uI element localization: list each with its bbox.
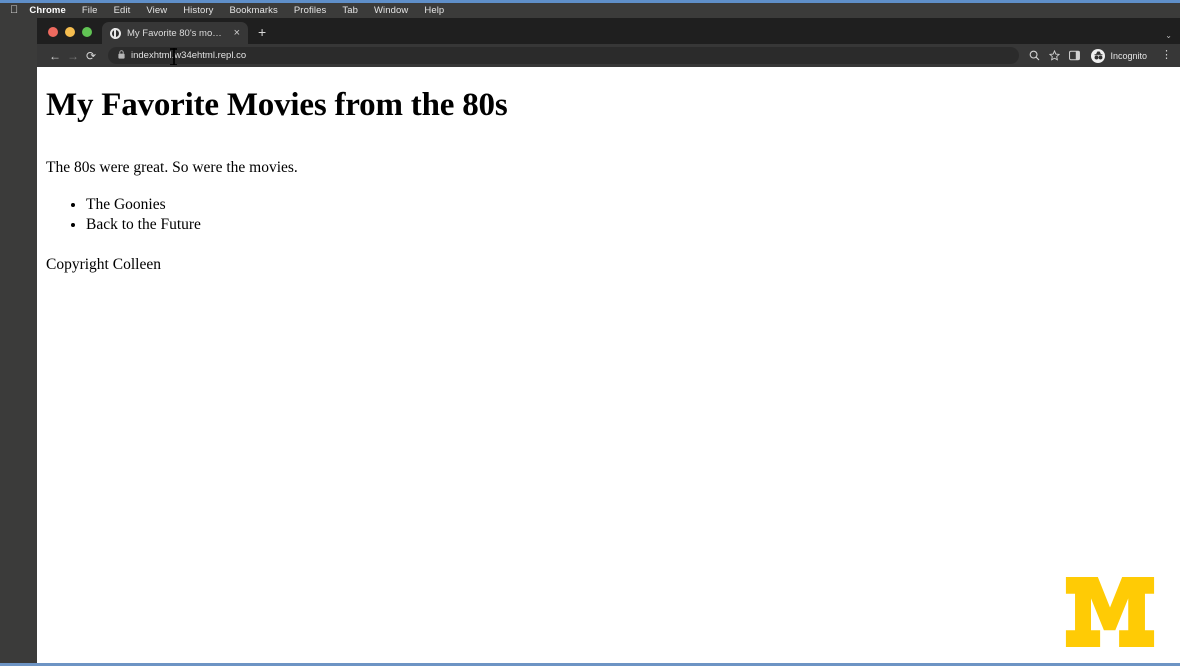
new-tab-button[interactable]: + — [258, 25, 266, 39]
close-tab-icon[interactable]: × — [232, 27, 242, 39]
movie-list: The Goonies Back to the Future — [46, 195, 1172, 236]
tab-strip: My Favorite 80's movies × + ⌄ — [37, 18, 1180, 44]
maximize-window-button[interactable] — [82, 27, 92, 37]
menu-item-history[interactable]: History — [183, 5, 213, 16]
list-item: The Goonies — [86, 195, 1172, 215]
menu-item-view[interactable]: View — [146, 5, 167, 16]
browser-tab-active[interactable]: My Favorite 80's movies × — [102, 22, 248, 44]
list-item: Back to the Future — [86, 215, 1172, 235]
incognito-indicator[interactable]: Incognito — [1091, 48, 1147, 63]
menu-item-chrome[interactable]: Chrome — [29, 5, 66, 16]
incognito-label: Incognito — [1110, 50, 1147, 61]
page-title: My Favorite Movies from the 80s — [46, 87, 508, 123]
apple-logo-icon[interactable]:  — [10, 5, 18, 16]
page-viewport: My Favorite Movies from the 80s The 80s … — [37, 67, 1180, 663]
incognito-avatar-icon — [1091, 48, 1106, 63]
tab-title: My Favorite 80's movies — [127, 27, 226, 39]
chrome-browser-window: My Favorite 80's movies × + ⌄ ← → ⟳ inde… — [37, 18, 1180, 663]
bookmark-star-icon[interactable] — [1049, 50, 1061, 61]
side-panel-icon[interactable] — [1069, 50, 1081, 61]
page-content: My Favorite Movies from the 80s The 80s … — [37, 67, 1180, 274]
menu-item-edit[interactable]: Edit — [114, 5, 131, 16]
menu-item-window[interactable]: Window — [374, 5, 408, 16]
menu-item-bookmarks[interactable]: Bookmarks — [229, 5, 277, 16]
minimize-window-button[interactable] — [65, 27, 75, 37]
reload-button[interactable]: ⟳ — [82, 50, 100, 62]
menu-item-help[interactable]: Help — [424, 5, 444, 16]
university-of-michigan-block-m-logo — [1064, 574, 1156, 650]
toolbar-actions: Incognito ⋮ — [1029, 48, 1172, 63]
page-copyright: Copyright Colleen — [46, 255, 161, 273]
address-bar[interactable]: indexhtml.w34ehtml.repl.co — [108, 47, 1020, 65]
close-window-button[interactable] — [48, 27, 58, 37]
globe-icon — [110, 27, 121, 39]
chevron-down-icon[interactable]: ⌄ — [1165, 32, 1172, 40]
menu-item-profiles[interactable]: Profiles — [294, 5, 326, 16]
menu-item-file[interactable]: File — [82, 5, 98, 16]
lock-icon — [118, 50, 125, 61]
address-bar-url: indexhtml.w34ehtml.repl.co — [131, 50, 247, 61]
macos-menu-bar:  Chrome File Edit View History Bookmark… — [0, 3, 1180, 18]
browser-toolbar: ← → ⟳ indexhtml.w34ehtml.repl.co Incogni… — [37, 44, 1180, 67]
window-traffic-lights — [37, 27, 102, 44]
menu-item-tab[interactable]: Tab — [342, 5, 358, 16]
chrome-menu-button[interactable]: ⋮ — [1161, 50, 1172, 61]
search-icon[interactable] — [1029, 50, 1040, 61]
page-intro-paragraph: The 80s were great. So were the movies. — [46, 159, 298, 177]
forward-button[interactable]: → — [64, 50, 82, 62]
back-button[interactable]: ← — [46, 50, 64, 62]
